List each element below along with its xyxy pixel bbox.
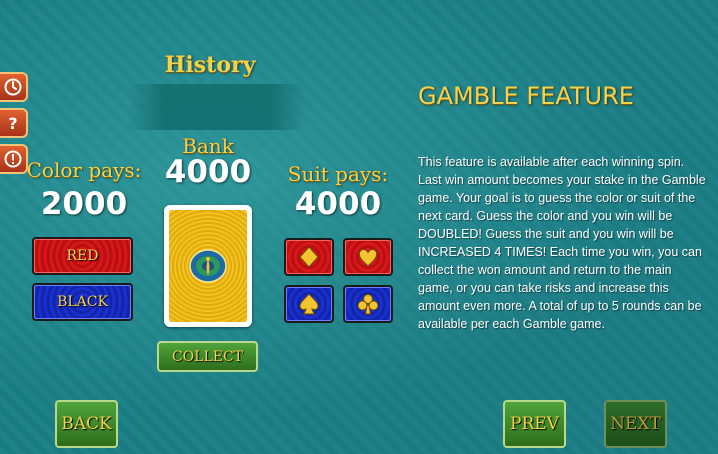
help-button[interactable]: ? [0,108,28,138]
help-icon: ? [8,114,17,133]
club-icon [357,294,379,315]
suit-hearts-button[interactable] [343,238,393,276]
prev-button[interactable]: PREV [503,400,566,448]
clock-button[interactable] [0,72,28,102]
card-back [169,210,247,322]
suit-pays-value: 4000 [294,186,382,222]
red-button[interactable]: RED [32,237,133,275]
next-button-label: NEXT [610,414,661,434]
suit-pays-label: Suit pays: [287,162,389,186]
red-button-label: RED [66,248,99,264]
suit-clubs-button[interactable] [343,285,393,323]
gamble-card [164,205,252,327]
diamond-icon [299,246,319,268]
peacock-emblem-icon [189,249,227,283]
gamble-feature-title: GAMBLE FEATURE [418,82,634,110]
back-button-label: BACK [61,414,112,434]
history-bar [128,84,306,130]
heart-icon [358,249,378,267]
back-button[interactable]: BACK [55,400,118,448]
collect-button[interactable]: COLLECT [157,341,258,372]
black-button[interactable]: BLACK [32,283,133,321]
suit-diamonds-button[interactable] [284,238,334,276]
spade-icon [299,293,319,315]
prev-button-label: PREV [510,414,559,434]
color-pays-value: 2000 [40,186,128,222]
collect-button-label: COLLECT [171,348,244,365]
warning-icon [4,150,22,168]
clock-icon [4,78,22,96]
gamble-feature-description: This feature is available after each win… [418,155,706,331]
suit-spades-button[interactable] [284,285,334,323]
color-pays-label: Color pays: [26,158,142,182]
next-button[interactable]: NEXT [604,400,667,448]
bank-value: 4000 [164,154,252,190]
history-title: History [164,52,256,78]
black-button-label: BLACK [57,294,108,310]
svg-text:?: ? [8,114,17,133]
